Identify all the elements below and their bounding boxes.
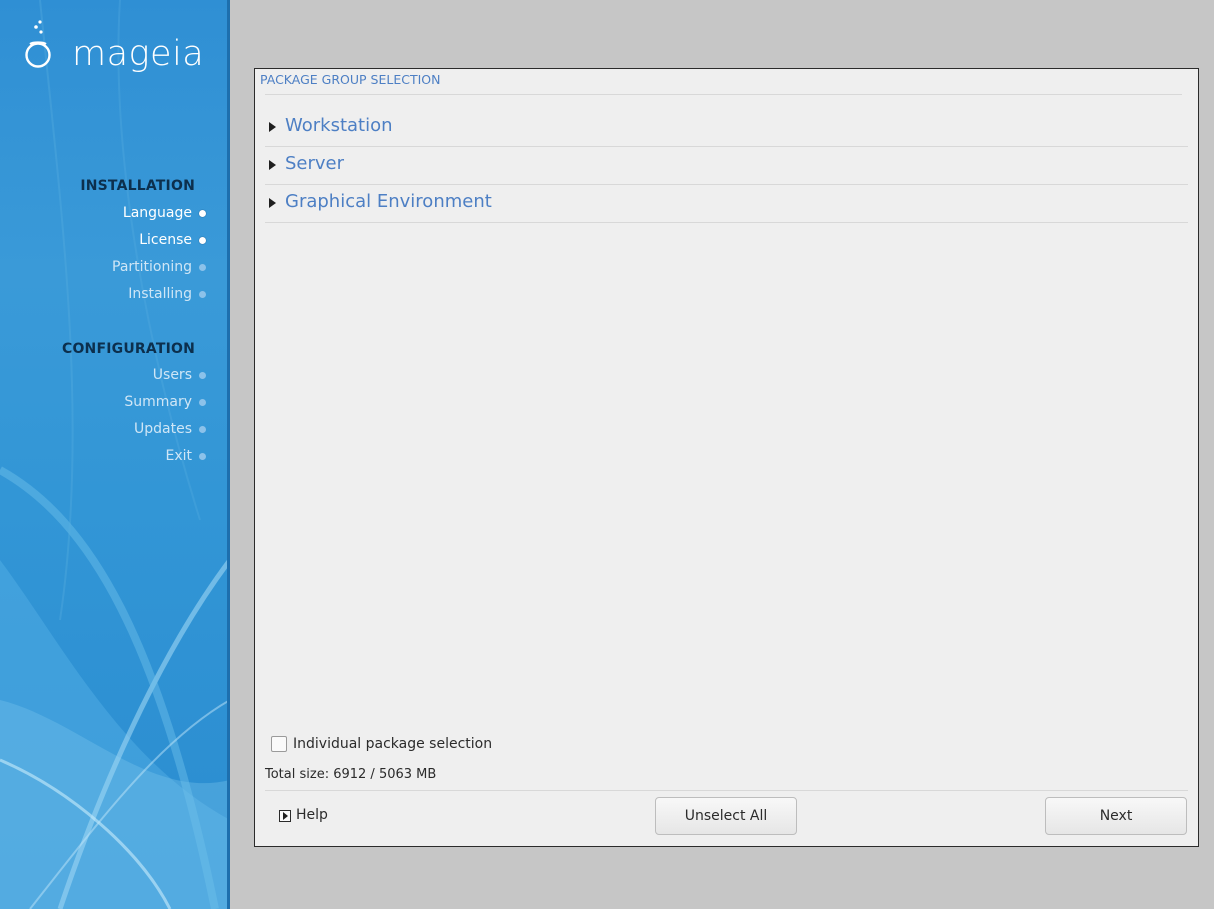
nav-item-installing: Installing (128, 286, 206, 302)
group-label[interactable]: Workstation (285, 115, 393, 136)
group-row-graphical-environment[interactable]: Graphical Environment (265, 184, 1188, 223)
group-row-workstation[interactable]: Workstation (265, 108, 1188, 147)
panel-title: PACKAGE GROUP SELECTION (260, 72, 441, 87)
total-size-text: Total size: 6912 / 5063 MB (265, 767, 437, 782)
nav-item-summary: Summary (124, 394, 206, 410)
expand-arrow-icon[interactable] (269, 160, 276, 170)
next-button[interactable]: Next (1045, 797, 1187, 835)
nav-item-partitioning: Partitioning (112, 259, 206, 275)
bottom-divider (265, 790, 1188, 791)
step-pending-dot-icon (199, 453, 206, 460)
individual-selection-checkbox[interactable] (271, 736, 287, 752)
nav-item-updates: Updates (134, 421, 206, 437)
mageia-logo-icon (25, 20, 51, 68)
group-label[interactable]: Server (285, 153, 344, 174)
package-group-panel: PACKAGE GROUP SELECTION Workstation Serv… (254, 68, 1199, 847)
nav-item-license: License (139, 232, 206, 248)
step-done-dot-icon (199, 237, 206, 244)
expander-arrow-icon[interactable] (279, 810, 291, 822)
individual-selection-label[interactable]: Individual package selection (293, 736, 492, 752)
sidebar-edge (227, 0, 230, 909)
nav-item-exit: Exit (165, 448, 206, 464)
sidebar: mageia INSTALLATION Language License Par… (0, 0, 230, 909)
nav-heading-installation: INSTALLATION (80, 178, 195, 194)
step-pending-dot-icon (199, 399, 206, 406)
title-divider (265, 94, 1182, 95)
nav-item-language: Language (123, 205, 206, 221)
expand-arrow-icon[interactable] (269, 198, 276, 208)
group-label[interactable]: Graphical Environment (285, 191, 492, 212)
step-pending-dot-icon (199, 426, 206, 433)
background-swirl (0, 0, 230, 909)
step-pending-dot-icon (199, 291, 206, 298)
step-done-dot-icon (199, 210, 206, 217)
step-pending-dot-icon (199, 372, 206, 379)
help-label[interactable]: Help (296, 807, 328, 823)
step-pending-dot-icon (199, 264, 206, 271)
nav-heading-configuration: CONFIGURATION (61, 341, 195, 357)
unselect-all-button[interactable]: Unselect All (655, 797, 797, 835)
logo-text: mageia (72, 34, 205, 74)
nav-item-users: Users (153, 367, 206, 383)
group-row-server[interactable]: Server (265, 146, 1188, 185)
expand-arrow-icon[interactable] (269, 122, 276, 132)
